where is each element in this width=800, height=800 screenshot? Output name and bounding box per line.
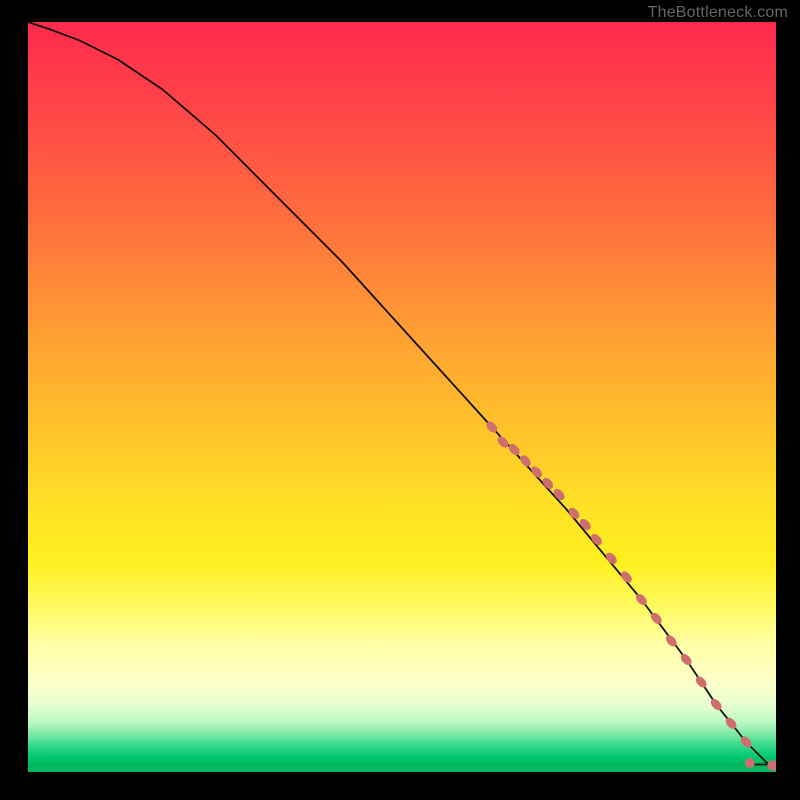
chart-svg [28, 22, 776, 772]
plot-area [28, 22, 776, 772]
bottleneck-point [518, 453, 533, 468]
bottleneck-point [694, 674, 709, 689]
bottleneck-point [679, 652, 694, 667]
bottleneck-curve [28, 22, 776, 766]
watermark-text: TheBottleneck.com [648, 4, 788, 22]
final-cluster-group [745, 758, 776, 771]
bottleneck-points-group [484, 419, 753, 749]
chart-root: TheBottleneck.com [0, 0, 800, 800]
bottleneck-point [507, 442, 522, 457]
final-cluster-point [745, 758, 755, 768]
bottleneck-point [496, 434, 511, 449]
